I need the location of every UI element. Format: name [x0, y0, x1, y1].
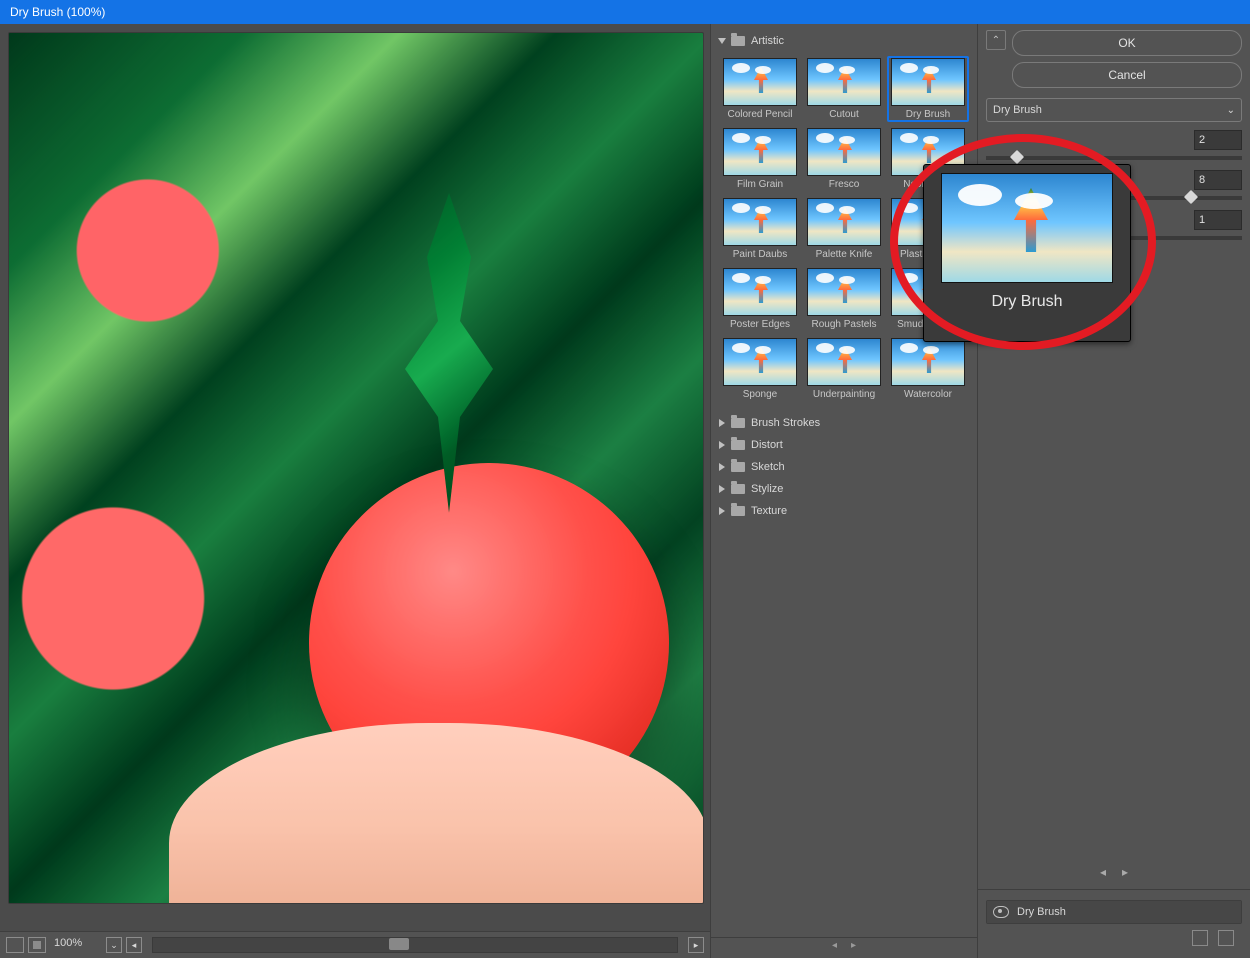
- filter-thumb[interactable]: Underpainting: [803, 336, 885, 402]
- new-effect-layer-icon[interactable]: [1192, 930, 1208, 946]
- scroll-left-icon[interactable]: ◂: [832, 940, 837, 951]
- gallery-scroll-footer: ◂ ▸: [711, 937, 977, 952]
- filter-thumb-image: [807, 198, 881, 246]
- filter-thumb[interactable]: Film Grain: [719, 126, 801, 192]
- filter-thumb-label: Underpainting: [813, 389, 875, 400]
- large-thumbnail-label: Dry Brush: [991, 293, 1062, 311]
- filter-thumb-image: [723, 268, 797, 316]
- disclosure-triangle-icon: [718, 38, 726, 44]
- folder-icon: [731, 462, 745, 472]
- effect-layer-row[interactable]: Dry Brush: [987, 901, 1241, 923]
- zoom-dropdown-icon[interactable]: ⌄: [106, 937, 122, 953]
- zoom-bar: 100% ⌄ ◂ ▸: [0, 931, 710, 958]
- zoom-percent[interactable]: 100%: [50, 937, 102, 953]
- filter-thumb-label: Rough Pastels: [811, 319, 876, 330]
- filter-thumb-label: Palette Knife: [816, 249, 873, 260]
- category-label: Artistic: [751, 35, 784, 47]
- preview-column: 100% ⌄ ◂ ▸: [0, 24, 710, 958]
- filter-thumb-image: [807, 268, 881, 316]
- filter-thumb-image: [723, 58, 797, 106]
- next-filter-icon[interactable]: ▸: [1122, 865, 1128, 879]
- filter-thumb[interactable]: Watercolor: [887, 336, 969, 402]
- scroll-right-icon[interactable]: ▸: [851, 940, 856, 951]
- filter-thumb-label: Poster Edges: [730, 319, 790, 330]
- filter-thumb-image: [807, 58, 881, 106]
- filter-thumb[interactable]: Paint Daubs: [719, 196, 801, 262]
- image-preview[interactable]: [8, 32, 704, 904]
- filter-dropdown-value: Dry Brush: [993, 104, 1042, 116]
- filter-thumb[interactable]: Rough Pastels: [803, 266, 885, 332]
- horizontal-scrollbar[interactable]: [152, 937, 678, 953]
- filter-thumb-label: Watercolor: [904, 389, 952, 400]
- large-thumbnail-preview: Dry Brush: [923, 164, 1131, 342]
- effect-layer-name: Dry Brush: [1017, 906, 1066, 918]
- filter-thumb-label: Sponge: [743, 389, 777, 400]
- disclosure-triangle-icon: [719, 463, 725, 471]
- cancel-button[interactable]: Cancel: [1012, 62, 1242, 88]
- folder-icon: [731, 484, 745, 494]
- prev-filter-icon[interactable]: ◂: [1100, 865, 1106, 879]
- folder-icon: [731, 418, 745, 428]
- filter-thumb[interactable]: Dry Brush: [887, 56, 969, 122]
- filter-dropdown[interactable]: Dry Brush ⌄: [986, 98, 1242, 122]
- category-label: Brush Strokes: [751, 417, 820, 429]
- filter-thumb-label: Fresco: [829, 179, 860, 190]
- filter-thumb-image: [891, 58, 965, 106]
- filter-thumb-image: [723, 128, 797, 176]
- category-distort[interactable]: Distort: [711, 434, 977, 456]
- scroll-right-icon[interactable]: ▸: [688, 937, 704, 953]
- filter-thumb-image: [807, 338, 881, 386]
- category-texture[interactable]: Texture: [711, 500, 977, 522]
- param-texture-input[interactable]: [1194, 210, 1242, 230]
- param-brush-size-input[interactable]: [1194, 130, 1242, 150]
- disclosure-triangle-icon: [719, 507, 725, 515]
- disclosure-triangle-icon: [719, 419, 725, 427]
- filter-thumb-image: [891, 338, 965, 386]
- window-title: Dry Brush (100%): [10, 5, 105, 19]
- collapse-toggle-icon[interactable]: ⌃: [986, 30, 1006, 50]
- disclosure-triangle-icon: [719, 485, 725, 493]
- chevron-down-icon: ⌄: [1227, 105, 1235, 116]
- window-titlebar: Dry Brush (100%): [0, 0, 1250, 24]
- filter-thumb-label: Colored Pencil: [727, 109, 792, 120]
- ok-button[interactable]: OK: [1012, 30, 1242, 56]
- filter-thumb[interactable]: Fresco: [803, 126, 885, 192]
- filter-thumb[interactable]: Colored Pencil: [719, 56, 801, 122]
- filter-thumb[interactable]: Palette Knife: [803, 196, 885, 262]
- visibility-eye-icon[interactable]: [993, 906, 1009, 918]
- fit-screen-icon[interactable]: [28, 937, 46, 953]
- folder-icon: [731, 440, 745, 450]
- scroll-left-icon[interactable]: ◂: [126, 937, 142, 953]
- category-label: Texture: [751, 505, 787, 517]
- param-brush-size-slider[interactable]: [986, 156, 1242, 160]
- folder-icon: [731, 506, 745, 516]
- filter-thumb-label: Film Grain: [737, 179, 783, 190]
- delete-effect-layer-icon[interactable]: [1218, 930, 1234, 946]
- category-label: Distort: [751, 439, 783, 451]
- category-brush-strokes[interactable]: Brush Strokes: [711, 412, 977, 434]
- category-stylize[interactable]: Stylize: [711, 478, 977, 500]
- filter-thumb-image: [723, 338, 797, 386]
- category-artistic[interactable]: Artistic: [711, 30, 977, 52]
- filter-thumb-image: [807, 128, 881, 176]
- zoom-out-icon[interactable]: [6, 937, 24, 953]
- category-sketch[interactable]: Sketch: [711, 456, 977, 478]
- category-label: Stylize: [751, 483, 783, 495]
- category-label: Sketch: [751, 461, 785, 473]
- filter-thumb[interactable]: Cutout: [803, 56, 885, 122]
- large-thumbnail-image: [941, 173, 1113, 283]
- settings-column: ⌃ OK Cancel Dry Brush ⌄ Dry Brush ◂ ▸: [978, 24, 1250, 958]
- disclosure-triangle-icon: [719, 441, 725, 449]
- filter-thumb-label: Cutout: [829, 109, 858, 120]
- filter-thumb[interactable]: Poster Edges: [719, 266, 801, 332]
- folder-icon: [731, 36, 745, 46]
- filter-thumb-label: Paint Daubs: [733, 249, 787, 260]
- filter-thumb-label: Dry Brush: [906, 109, 950, 120]
- param-brush-detail-input[interactable]: [1194, 170, 1242, 190]
- effect-layers-panel: Dry Brush: [986, 900, 1242, 924]
- filter-thumb[interactable]: Sponge: [719, 336, 801, 402]
- filter-thumb-image: [723, 198, 797, 246]
